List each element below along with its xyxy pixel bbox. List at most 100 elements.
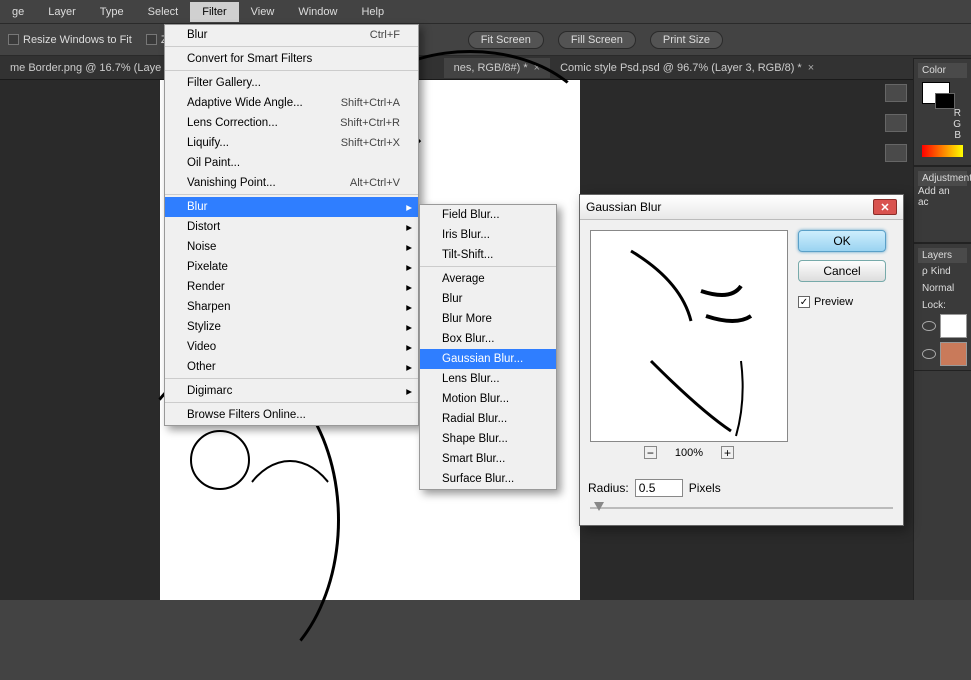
menu-item-blur[interactable]: Blur	[420, 289, 556, 309]
menu-item-surface-blur[interactable]: Surface Blur...	[420, 469, 556, 489]
menu-item-tilt-shift[interactable]: Tilt-Shift...	[420, 245, 556, 267]
kind-filter-icon[interactable]: ρ	[922, 266, 928, 277]
menu-item-pixelate[interactable]: Pixelate▸	[165, 257, 418, 277]
fit-screen-button[interactable]: Fit Screen	[468, 31, 544, 49]
layer-visibility-toggle[interactable]	[922, 321, 936, 331]
menu-item-box-blur[interactable]: Box Blur...	[420, 329, 556, 349]
menu-item-noise[interactable]: Noise▸	[165, 237, 418, 257]
menu-item-convert-for-smart-filters[interactable]: Convert for Smart Filters	[165, 49, 418, 71]
chevron-right-icon: ▸	[406, 340, 412, 354]
actions-icon[interactable]	[885, 114, 907, 132]
fill-screen-button[interactable]: Fill Screen	[558, 31, 636, 49]
add-adjustment-label: Add an ac	[918, 186, 967, 208]
menu-ge[interactable]: ge	[0, 2, 36, 22]
properties-icon[interactable]	[885, 144, 907, 162]
menu-item-shape-blur[interactable]: Shape Blur...	[420, 429, 556, 449]
menu-item-vanishing-point[interactable]: Vanishing Point...Alt+Ctrl+V	[165, 173, 418, 195]
dialog-title: Gaussian Blur	[586, 200, 661, 214]
chevron-right-icon: ▸	[406, 320, 412, 334]
menu-item-lens-blur[interactable]: Lens Blur...	[420, 369, 556, 389]
radius-label: Radius:	[588, 481, 629, 495]
layer-thumbnail[interactable]	[940, 314, 967, 338]
menu-item-iris-blur[interactable]: Iris Blur...	[420, 225, 556, 245]
radius-input[interactable]	[635, 479, 683, 497]
menu-item-browse-filters-online[interactable]: Browse Filters Online...	[165, 405, 418, 425]
chevron-right-icon: ▸	[406, 260, 412, 274]
menu-view[interactable]: View	[239, 2, 287, 22]
menu-item-distort[interactable]: Distort▸	[165, 217, 418, 237]
radius-slider[interactable]	[590, 501, 893, 515]
close-icon[interactable]: ✕	[873, 199, 897, 215]
menu-item-sharpen[interactable]: Sharpen▸	[165, 297, 418, 317]
menu-item-radial-blur[interactable]: Radial Blur...	[420, 409, 556, 429]
menu-item-oil-paint[interactable]: Oil Paint...	[165, 153, 418, 173]
zoom-out-button[interactable]: −	[644, 446, 657, 459]
chevron-right-icon: ▸	[406, 300, 412, 314]
blur-submenu: Field Blur...Iris Blur...Tilt-Shift...Av…	[419, 204, 557, 490]
menu-item-filter-gallery[interactable]: Filter Gallery...	[165, 73, 418, 93]
adjustments-panel-tab[interactable]: Adjustment	[918, 171, 967, 186]
foreground-color-swatch[interactable]	[922, 82, 950, 104]
zoom-in-button[interactable]: +	[721, 446, 734, 459]
preview-label: Preview	[814, 296, 853, 308]
menu-item-motion-blur[interactable]: Motion Blur...	[420, 389, 556, 409]
gaussian-blur-dialog: Gaussian Blur ✕ − 100% + OK Cancel	[579, 194, 904, 526]
chevron-right-icon: ▸	[406, 200, 412, 214]
b-label: B	[918, 130, 967, 141]
menu-window[interactable]: Window	[286, 2, 349, 22]
menu-item-video[interactable]: Video▸	[165, 337, 418, 357]
menu-item-lens-correction[interactable]: Lens Correction...Shift+Ctrl+R	[165, 113, 418, 133]
menu-filter[interactable]: Filter	[190, 2, 238, 22]
menu-item-average[interactable]: Average	[420, 269, 556, 289]
color-ramp[interactable]	[922, 145, 963, 157]
history-icon[interactable]	[885, 84, 907, 102]
menu-item-blur[interactable]: BlurCtrl+F	[165, 25, 418, 47]
document-tab[interactable]: me Border.png @ 16.7% (Laye×	[0, 58, 184, 78]
menu-item-smart-blur[interactable]: Smart Blur...	[420, 449, 556, 469]
layers-panel-tab[interactable]: Layers	[918, 248, 967, 263]
menu-type[interactable]: Type	[88, 2, 136, 22]
kind-label: Kind	[931, 266, 951, 277]
preview-checkbox[interactable]: ✓ Preview	[798, 296, 886, 308]
filter-menu: BlurCtrl+FConvert for Smart FiltersFilte…	[164, 24, 419, 426]
lock-label: Lock:	[918, 297, 967, 314]
chevron-right-icon: ▸	[406, 360, 412, 374]
layer-visibility-toggle[interactable]	[922, 349, 936, 359]
pixels-label: Pixels	[689, 481, 721, 495]
ok-button[interactable]: OK	[798, 230, 886, 252]
zoom-level: 100%	[675, 447, 703, 459]
chevron-right-icon: ▸	[406, 240, 412, 254]
menu-item-digimarc[interactable]: Digimarc▸	[165, 381, 418, 403]
menu-layer[interactable]: Layer	[36, 2, 88, 22]
menu-item-stylize[interactable]: Stylize▸	[165, 317, 418, 337]
menu-item-adaptive-wide-angle[interactable]: Adaptive Wide Angle...Shift+Ctrl+A	[165, 93, 418, 113]
menu-item-gaussian-blur[interactable]: Gaussian Blur...	[420, 349, 556, 369]
menu-item-field-blur[interactable]: Field Blur...	[420, 205, 556, 225]
menu-item-blur-more[interactable]: Blur More	[420, 309, 556, 329]
print-size-button[interactable]: Print Size	[650, 31, 723, 49]
menu-item-other[interactable]: Other▸	[165, 357, 418, 379]
menu-item-liquify[interactable]: Liquify...Shift+Ctrl+X	[165, 133, 418, 153]
menubar: geLayerTypeSelectFilterViewWindowHelp	[0, 0, 971, 24]
menu-select[interactable]: Select	[136, 2, 191, 22]
panel-dock-icons	[881, 80, 911, 162]
menu-item-blur[interactable]: Blur▸	[165, 197, 418, 217]
resize-label: Resize Windows to Fit	[23, 34, 132, 46]
preview-area[interactable]	[590, 230, 788, 442]
menu-item-render[interactable]: Render▸	[165, 277, 418, 297]
blend-mode-select[interactable]: Normal	[918, 280, 967, 297]
close-icon[interactable]: ×	[808, 62, 814, 74]
chevron-right-icon: ▸	[406, 280, 412, 294]
background-color-swatch[interactable]	[935, 93, 955, 109]
right-panels: Color R G B Adjustment Add an ac Layers …	[913, 58, 971, 600]
document-tab[interactable]: Comic style Psd.psd @ 96.7% (Layer 3, RG…	[550, 58, 824, 78]
color-panel-tab[interactable]: Color	[918, 63, 967, 78]
resize-windows-checkbox[interactable]: Resize Windows to Fit	[8, 34, 132, 46]
chevron-right-icon: ▸	[406, 384, 412, 398]
cancel-button[interactable]: Cancel	[798, 260, 886, 282]
g-label: G	[918, 119, 967, 130]
r-label: R	[918, 108, 967, 119]
menu-help[interactable]: Help	[349, 2, 396, 22]
chevron-right-icon: ▸	[406, 220, 412, 234]
layer-thumbnail[interactable]	[940, 342, 967, 366]
